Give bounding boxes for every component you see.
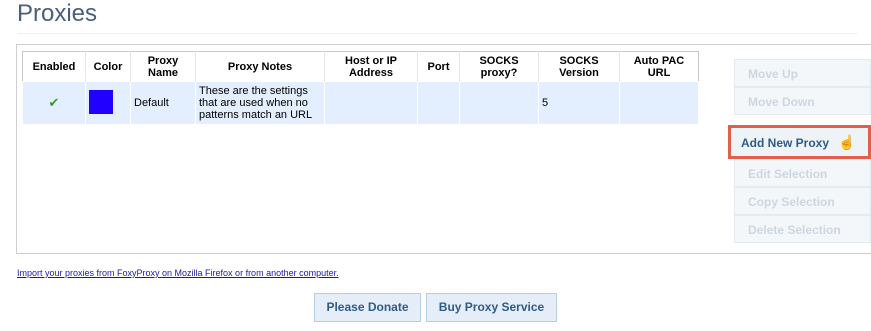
header-pac-url[interactable]: Auto PAC URL (619, 51, 699, 82)
add-new-proxy-button[interactable]: Add New Proxy ☝ (728, 125, 871, 159)
header-socks-proxy[interactable]: SOCKS proxy? (459, 51, 539, 82)
cell-socks-proxy[interactable] (459, 81, 539, 125)
add-new-proxy-label: Add New Proxy (741, 136, 830, 150)
buy-proxy-service-button[interactable]: Buy Proxy Service (426, 293, 557, 322)
copy-selection-button[interactable]: Copy Selection (734, 187, 871, 215)
header-host[interactable]: Host or IP Address (324, 51, 418, 82)
header-proxy-notes[interactable]: Proxy Notes (195, 51, 325, 82)
cell-socks-version[interactable]: 5 (538, 81, 620, 125)
header-color[interactable]: Color (85, 51, 131, 82)
cell-pac-url[interactable] (619, 81, 699, 125)
move-up-button[interactable]: Move Up (734, 59, 871, 87)
cell-enabled[interactable]: ✔ (22, 81, 86, 125)
please-donate-button[interactable]: Please Donate (314, 293, 421, 322)
proxy-actions: Move Up Move Down Add New Proxy ☝ Edit S… (728, 59, 871, 243)
move-down-button[interactable]: Move Down (734, 87, 871, 115)
header-socks-version[interactable]: SOCKS Version (538, 51, 620, 82)
table-row[interactable]: ✔ Default These are the settings that ar… (22, 81, 699, 125)
edit-selection-button[interactable]: Edit Selection (734, 159, 871, 187)
header-proxy-name[interactable]: Proxy Name (130, 51, 196, 82)
table-header-row: Enabled Color Proxy Name Proxy Notes Hos… (22, 51, 699, 82)
proxy-table: Enabled Color Proxy Name Proxy Notes Hos… (22, 51, 699, 125)
delete-selection-button[interactable]: Delete Selection (734, 215, 871, 243)
hand-cursor-icon: ☝ (838, 134, 856, 150)
color-swatch[interactable] (89, 89, 113, 114)
header-port[interactable]: Port (417, 51, 460, 82)
page-title: Proxies (17, 0, 98, 27)
cell-proxy-notes[interactable]: These are the settings that are used whe… (195, 81, 325, 125)
cell-port[interactable] (417, 81, 460, 125)
cell-host[interactable] (324, 81, 418, 125)
import-proxies-link[interactable]: Import your proxies from FoxyProxy on Mo… (17, 268, 339, 278)
cell-proxy-name[interactable]: Default (130, 81, 196, 125)
header-enabled[interactable]: Enabled (22, 51, 86, 82)
cell-color[interactable] (85, 81, 131, 125)
title-divider (17, 33, 857, 34)
checkmark-icon: ✔ (48, 95, 60, 110)
